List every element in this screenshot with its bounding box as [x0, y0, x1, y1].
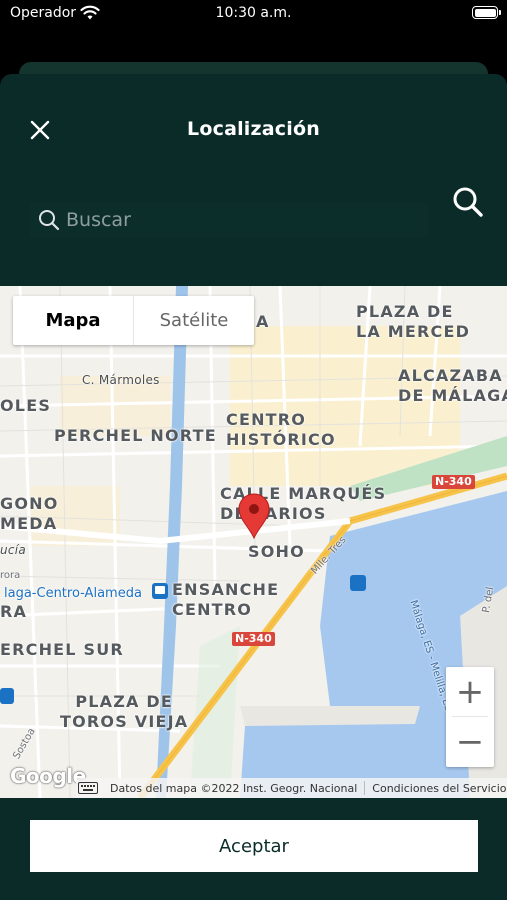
- clock: 10:30 a.m.: [215, 5, 292, 21]
- status-bar: Operador 10:30 a.m.: [0, 0, 507, 26]
- map-label-perchel-sur: ERCHEL SUR: [0, 640, 124, 659]
- map-label-plaza-merced: PLAZA DE LA MERCED: [356, 302, 471, 341]
- map-shield-n340-east: N-340: [432, 475, 475, 489]
- map-label-plaza-toros: PLAZA DE TOROS VIEJA: [60, 692, 189, 731]
- map-type-satellite[interactable]: Satélite: [134, 296, 254, 345]
- zoom-out-button[interactable]: −: [446, 717, 494, 767]
- map-label-a: A: [256, 312, 270, 331]
- modal-title: Localización: [187, 118, 320, 140]
- map-label-ucia: ucía: [0, 543, 27, 557]
- location-modal: Localización Buscar Mapa Satélite PLAZA …: [0, 74, 507, 900]
- map-type-map[interactable]: Mapa: [13, 296, 134, 345]
- map-label-c-marmoles: C. Mármoles: [82, 373, 160, 387]
- map-label-centro-historico: CENTRO HISTÓRICO: [226, 410, 336, 449]
- map-data-text[interactable]: Datos del mapa ©2022 Inst. Geogr. Nacion…: [110, 782, 357, 795]
- map-label-ensanche-centro: ENSANCHE CENTRO: [172, 580, 280, 619]
- map-label-alcazaba: ALCAZABA DE MÁLAGA: [398, 366, 507, 405]
- accept-button[interactable]: Aceptar: [30, 820, 478, 872]
- map-attribution: Datos del mapa ©2022 Inst. Geogr. Nacion…: [76, 778, 507, 798]
- search-field-icon: [39, 210, 60, 231]
- search-input[interactable]: [66, 202, 416, 238]
- map-label-perchel-norte: PERCHEL NORTE: [54, 426, 217, 445]
- map-label-soho: SOHO: [248, 542, 305, 561]
- map-pin-icon[interactable]: [237, 493, 271, 539]
- search-icon[interactable]: [450, 184, 486, 220]
- map-view[interactable]: Mapa Satélite PLAZA DE LA MERCED ALCAZAB…: [0, 286, 507, 798]
- map-label-gono-meda: GONO MEDA: [0, 494, 59, 533]
- map-label-rora: rora: [0, 570, 21, 581]
- map-label-oles: OLES: [0, 396, 52, 415]
- attribution-separator: [364, 781, 366, 795]
- battery-icon: [472, 6, 501, 19]
- zoom-in-button[interactable]: +: [446, 667, 494, 717]
- map-label-ra: RA: [0, 602, 28, 621]
- map-shield-n340-west: N-340: [232, 632, 275, 646]
- map-type-selector: Mapa Satélite: [13, 296, 254, 345]
- keyboard-icon[interactable]: [78, 782, 98, 794]
- google-logo: Google: [10, 764, 86, 788]
- terms-link[interactable]: Condiciones del Servicio: [372, 782, 506, 795]
- zoom-controls: + −: [446, 667, 494, 767]
- search-field[interactable]: [30, 202, 428, 238]
- map-label-malaga-centro-alameda: laga-Centro-Alameda: [4, 586, 142, 601]
